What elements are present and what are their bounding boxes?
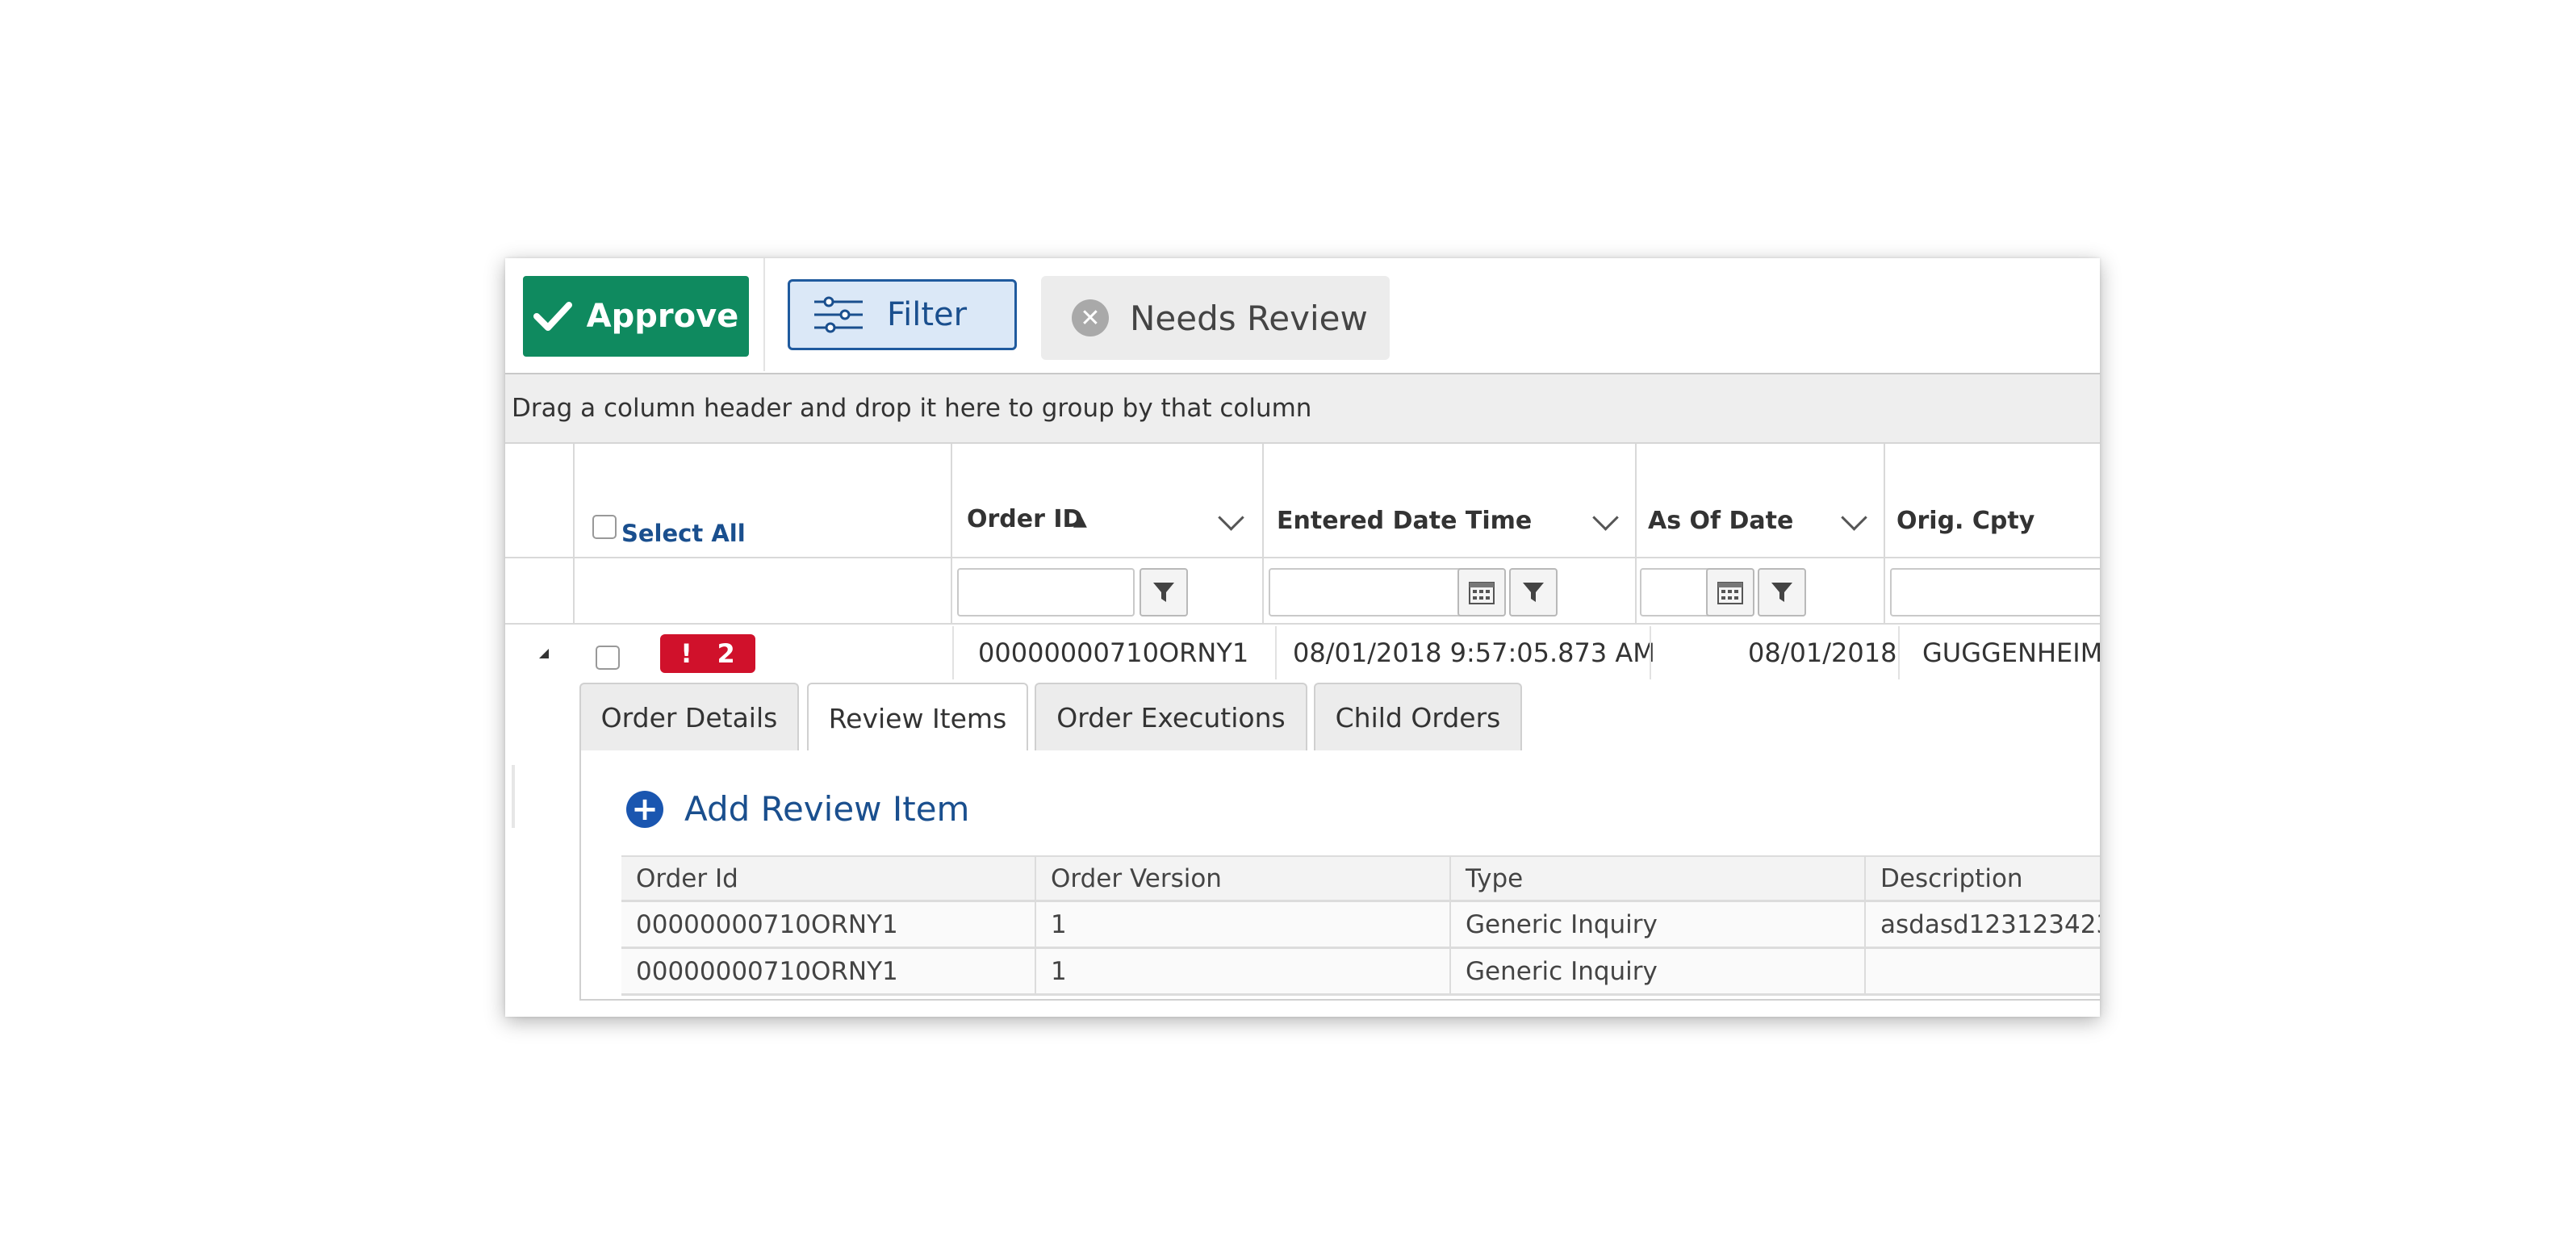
filter-button[interactable]: Filter: [788, 279, 1017, 350]
description-cell: asdasd1231234234: [1880, 909, 2100, 939]
order-id-cell: 00000000710ORNY1: [621, 902, 1036, 947]
needs-review-label: Needs Review: [1130, 298, 1368, 338]
table-row[interactable]: 00000000710ORNY1 1 Generic Inquiry: [621, 949, 2100, 996]
entered-date-time-filter-input[interactable]: [1269, 568, 1467, 616]
add-review-item-button[interactable]: + Add Review Item: [626, 789, 969, 829]
expand-column-header: [505, 444, 575, 625]
filter-icon[interactable]: [1758, 568, 1806, 616]
toolbar: Approve Filter ✕ Needs Review: [505, 258, 2100, 373]
review-table-header: Order Id Order Version Type Description: [621, 855, 2100, 902]
filter-label: Filter: [887, 296, 968, 333]
type-cell: Generic Inquiry: [1451, 902, 1866, 947]
tab-order-executions[interactable]: Order Executions: [1035, 683, 1307, 750]
row-checkbox[interactable]: [596, 646, 620, 670]
orig-cpty-header-label: Orig. Cpty: [1896, 507, 2035, 535]
select-all-label[interactable]: Select All: [621, 520, 746, 547]
calendar-icon[interactable]: [1706, 568, 1754, 616]
order-version-cell: 1: [1036, 949, 1451, 993]
as-of-date-cell: 08/01/2018: [1748, 637, 1897, 668]
needs-review-button[interactable]: ✕ Needs Review: [1041, 276, 1390, 360]
expand-triangle-icon[interactable]: [537, 647, 550, 660]
order-version-cell: 1: [1036, 902, 1451, 947]
group-by-hint: Drag a column header and drop it here to…: [512, 394, 1312, 423]
review-count: 2: [717, 638, 735, 669]
tab-label: Review Items: [828, 702, 1007, 734]
order-id-header-label: Order ID: [967, 505, 1083, 533]
order-version-header[interactable]: Order Version: [1036, 857, 1451, 900]
grid-header: Select All Order ID ▲ Entered Date Time …: [505, 444, 2100, 625]
order-id-filter-input[interactable]: [957, 568, 1135, 616]
sort-ascending-icon[interactable]: ▲: [1073, 510, 1087, 530]
review-items-panel: + Add Review Item Order Id Order Version…: [579, 750, 2100, 1001]
sliders-icon: [814, 296, 863, 333]
close-circle-icon: ✕: [1072, 299, 1109, 336]
order-id-header[interactable]: Order Id: [621, 857, 1036, 900]
entered-date-time-header-label: Entered Date Time: [1277, 507, 1533, 535]
entered-date-time-cell: 08/01/2018 9:57:05.873 AM: [1293, 637, 1655, 668]
toolbar-divider: [763, 258, 765, 371]
detail-tabs: Order Details Review Items Order Executi…: [505, 683, 2100, 752]
header-divider: [505, 557, 2100, 558]
detail-edge: [512, 765, 515, 828]
orig-cpty-filter-input[interactable]: [1890, 568, 2100, 616]
as-of-date-header-label: As Of Date: [1648, 507, 1794, 535]
table-row[interactable]: 00000000710ORNY1 1 Generic Inquiry asdas…: [621, 902, 2100, 949]
tab-order-details[interactable]: Order Details: [579, 683, 799, 750]
tab-review-items[interactable]: Review Items: [807, 683, 1028, 752]
description-cell: [1866, 949, 2100, 993]
tab-child-orders[interactable]: Child Orders: [1314, 683, 1522, 750]
order-id-cell: 00000000710ORNY1: [621, 949, 1036, 993]
tab-label: Child Orders: [1335, 701, 1501, 733]
type-cell: Generic Inquiry: [1451, 949, 1866, 993]
add-review-item-label: Add Review Item: [684, 789, 970, 829]
approve-label: Approve: [586, 298, 739, 335]
tab-label: Order Details: [600, 701, 778, 733]
table-row[interactable]: ! 2 00000000710ORNY1 08/01/2018 9:57:05.…: [505, 626, 2100, 679]
approve-button[interactable]: Approve: [523, 276, 749, 357]
filter-icon[interactable]: [1140, 568, 1188, 616]
select-all-checkbox[interactable]: [592, 515, 617, 539]
type-header[interactable]: Type: [1451, 857, 1866, 900]
checkmark-icon: [533, 302, 572, 331]
review-count-badge: ! 2: [660, 634, 755, 673]
order-id-cell: 00000000710ORNY1: [978, 637, 1249, 668]
orig-cpty-cell: GUGGENHEIM I: [1922, 637, 2100, 668]
order-review-panel: Approve Filter ✕ Needs Review Drag a col…: [505, 258, 2100, 1017]
description-header[interactable]: Description: [1866, 857, 2100, 900]
plus-circle-icon: +: [626, 790, 663, 828]
calendar-icon[interactable]: [1457, 568, 1506, 616]
header-bottom-border: [505, 623, 2100, 625]
group-by-bar[interactable]: Drag a column header and drop it here to…: [505, 373, 2100, 444]
filter-icon[interactable]: [1509, 568, 1558, 616]
alert-icon: !: [680, 638, 692, 669]
tab-label: Order Executions: [1056, 701, 1286, 733]
